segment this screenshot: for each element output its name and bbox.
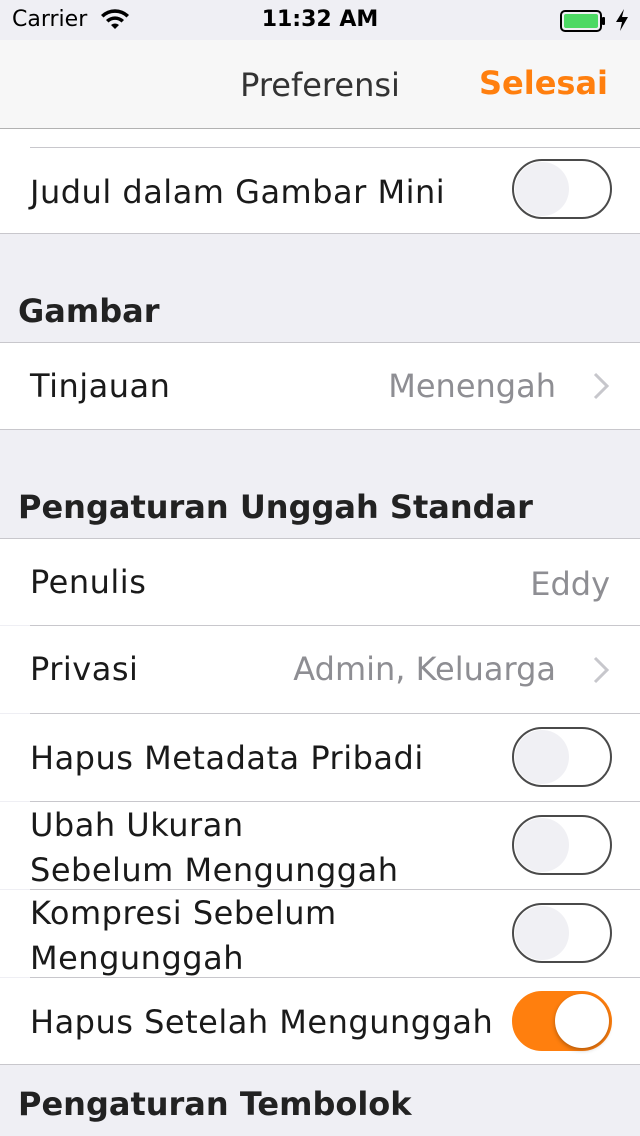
section-separator <box>0 429 640 430</box>
thumbnail-title-toggle[interactable] <box>512 159 612 219</box>
resize-toggle[interactable] <box>512 815 612 875</box>
list-item-delete-after-upload: Hapus Setelah Mengunggah <box>0 978 640 1064</box>
compress-label-line2: Mengunggah <box>30 939 244 977</box>
section-header-cache: Pengaturan Tembolok <box>18 1085 412 1123</box>
compress-label-line1: Kompresi Sebelum <box>30 894 337 932</box>
preview-value: Menengah <box>388 367 556 405</box>
author-value: Eddy <box>530 565 610 603</box>
privacy-label: Privasi <box>30 650 139 688</box>
done-button[interactable]: Selesai <box>479 64 608 102</box>
section-separator <box>0 1064 640 1065</box>
chevron-right-icon <box>593 372 610 400</box>
strip-metadata-toggle[interactable] <box>512 727 612 787</box>
section-header-upload: Pengaturan Unggah Standar <box>18 488 533 526</box>
compress-toggle[interactable] <box>512 903 612 963</box>
list-item-thumbnail-title: Judul dalam Gambar Mini <box>0 129 640 233</box>
list-item-strip-metadata: Hapus Metadata Pribadi <box>0 714 640 801</box>
navigation-bar: Preferensi Selesai <box>0 40 640 129</box>
charging-icon <box>616 9 628 31</box>
list-item-privacy[interactable]: Privasi Admin, Keluarga <box>0 626 640 713</box>
list-item-resize: Ubah Ukuran Sebelum Mengunggah <box>0 802 640 889</box>
strip-metadata-label: Hapus Metadata Pribadi <box>30 739 424 777</box>
chevron-right-icon <box>593 656 610 684</box>
author-label: Penulis <box>30 563 147 601</box>
delete-after-upload-toggle[interactable] <box>512 991 612 1051</box>
section-separator <box>0 233 640 234</box>
list-item-preview[interactable]: Tinjauan Menengah <box>0 343 640 429</box>
resize-label-line1: Ubah Ukuran <box>30 806 244 844</box>
list-item-compress: Kompresi Sebelum Mengunggah <box>0 890 640 977</box>
delete-after-upload-label: Hapus Setelah Mengunggah <box>30 1003 494 1041</box>
preview-label: Tinjauan <box>30 367 171 405</box>
section-header-images: Gambar <box>18 292 160 330</box>
separator <box>30 147 640 148</box>
clock: 11:32 AM <box>261 7 379 32</box>
battery-icon <box>560 10 605 32</box>
resize-label-line2: Sebelum Mengunggah <box>30 851 399 889</box>
list-item-author[interactable]: Penulis Eddy <box>0 539 640 625</box>
thumbnail-title-label: Judul dalam Gambar Mini <box>30 173 446 211</box>
status-bar: Carrier 11:32 AM <box>0 0 640 40</box>
privacy-value: Admin, Keluarga <box>293 650 556 688</box>
